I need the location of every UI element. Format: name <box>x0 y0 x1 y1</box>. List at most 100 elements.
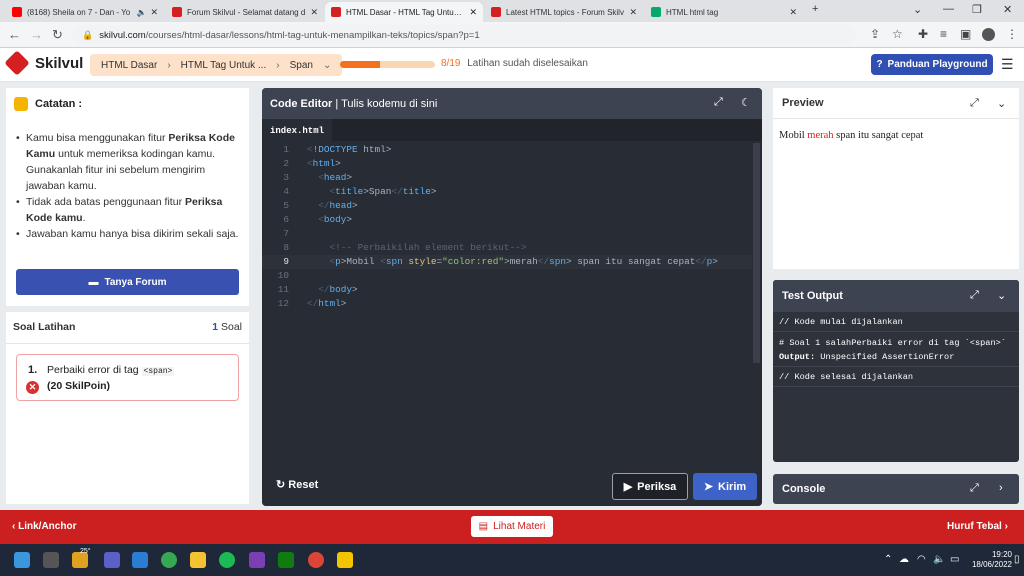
console-panel[interactable]: Console ⤢ › <box>773 474 1019 504</box>
expand-icon[interactable]: ⤢ <box>970 97 979 110</box>
bookmark-star-icon[interactable]: ☆ <box>892 27 903 41</box>
system-clock[interactable]: 19:20 18/06/2022 <box>968 550 1012 570</box>
lesson-nav-bar: ‹ Link/Anchor ▤ Lihat Materi Huruf Tebal … <box>0 510 1024 544</box>
submit-button[interactable]: ➤ Kirim <box>693 473 757 500</box>
close-icon[interactable]: ✕ <box>150 7 158 18</box>
extensions-icon[interactable]: ✚ <box>918 27 928 41</box>
test-output-panel: Test Output ⤢ ⌄ // Kode mulai dijalankan… <box>773 280 1019 462</box>
notifications-icon[interactable]: ▯ <box>1014 554 1020 565</box>
skilvul-icon <box>331 7 341 17</box>
mail-icon[interactable] <box>132 552 148 568</box>
view-material-button[interactable]: ▤ Lihat Materi <box>471 516 553 537</box>
exercise-title: Soal Latihan <box>13 321 76 333</box>
expand-icon[interactable]: ⤢ <box>714 96 723 109</box>
playground-guide-button[interactable]: ? Panduan Playground <box>871 54 993 75</box>
battery-icon[interactable]: ▭ <box>950 554 959 565</box>
breadcrumb-item-current[interactable]: Span <box>290 60 313 71</box>
ask-forum-button[interactable]: ▬ Tanya Forum <box>16 269 239 295</box>
line-number: 11 <box>277 284 289 295</box>
windows-start-icon[interactable] <box>14 552 30 568</box>
close-icon[interactable]: ✕ <box>310 7 318 18</box>
browser-tab[interactable]: (8168) Sheila on 7 - Dan - Yo 🔈 ✕ <box>6 2 164 22</box>
breadcrumb-item[interactable]: HTML Tag Untuk ... <box>181 60 267 71</box>
spotify-icon[interactable] <box>219 552 235 568</box>
xbox-icon[interactable] <box>278 552 294 568</box>
code-line[interactable]: 1 <!DOCTYPE html> <box>262 143 752 157</box>
browser-tab[interactable]: Forum Skilvul - Selamat datang d ✕ <box>166 2 324 22</box>
code-line[interactable]: 4 <title>Span</title> <box>262 185 752 199</box>
playground-guide-label: Panduan Playground <box>887 59 988 70</box>
file-tab-index-html[interactable]: index.html <box>262 119 333 141</box>
expand-icon[interactable]: ⤢ <box>970 289 979 302</box>
dark-mode-icon[interactable]: ☾ <box>741 96 751 109</box>
editor-scrollbar[interactable] <box>753 143 760 363</box>
profile-avatar[interactable] <box>982 28 995 41</box>
code-line[interactable]: 12 </html> <box>262 297 752 311</box>
media-icon[interactable]: ≡ <box>940 27 947 41</box>
expand-icon[interactable]: ⤢ <box>970 482 979 495</box>
code-line[interactable]: 7 <box>262 227 752 241</box>
app-icon[interactable] <box>249 552 265 568</box>
code-line[interactable]: 3 <head> <box>262 171 752 185</box>
skilvul-logo-mark <box>4 50 30 76</box>
question-item[interactable]: 1. Perbaiki error di tag <span> ✕ (20 Sk… <box>16 354 239 401</box>
teams-icon[interactable] <box>104 552 120 568</box>
file-explorer-icon[interactable] <box>190 552 206 568</box>
chevron-down-icon[interactable]: ⌄ <box>323 60 331 71</box>
close-icon[interactable]: ✕ <box>629 7 637 18</box>
chevron-right-icon[interactable]: › <box>999 482 1003 494</box>
wifi-icon[interactable]: ◠ <box>917 554 926 565</box>
chevron-down-icon[interactable]: ⌄ <box>997 97 1006 110</box>
code-area[interactable]: 1 <!DOCTYPE html> 2 <html> 3 <head> 4 <title>… <box>262 143 752 311</box>
chevron-down-icon[interactable]: ⌄ <box>997 289 1006 302</box>
minimize-icon[interactable]: — <box>943 3 954 15</box>
document-icon: ▤ <box>478 521 489 532</box>
skilvul-logo[interactable]: Skilvul <box>4 50 83 76</box>
notes-card: Catatan : Kamu bisa menggunakan fitur Pe… <box>6 88 249 306</box>
back-icon[interactable]: ← <box>8 27 21 42</box>
new-tab-icon[interactable]: + <box>812 3 818 15</box>
browser-tab[interactable]: Latest HTML topics - Forum Skilv ✕ <box>485 2 643 22</box>
chevron-right-icon: › <box>1004 521 1008 532</box>
window-close-icon[interactable]: ✕ <box>1003 3 1012 16</box>
question-text: Perbaiki error di tag <span> <box>47 364 175 376</box>
browser-tab[interactable]: HTML html tag ✕ <box>645 2 803 22</box>
code-line[interactable]: 6 <body> <box>262 213 752 227</box>
code-text: <html> <box>307 158 341 169</box>
test-output-title: Test Output <box>773 280 1019 312</box>
hamburger-menu-icon[interactable]: ☰ <box>1001 56 1014 73</box>
tray-chevron-icon[interactable]: ⌃ <box>884 554 892 565</box>
browser-tab-active[interactable]: HTML Dasar - HTML Tag Untuk M ✕ <box>325 2 483 22</box>
chrome-icon[interactable] <box>161 552 177 568</box>
code-line[interactable]: 10 <box>262 269 752 283</box>
restore-icon[interactable]: ❐ <box>972 3 982 16</box>
tab-search-icon[interactable]: ⌄ <box>913 3 922 16</box>
next-lesson-link[interactable]: Huruf Tebal › <box>947 521 1008 532</box>
code-line[interactable]: 9 <p>Mobil <spn style="color:red">merah<… <box>262 255 752 269</box>
reload-icon[interactable]: ↻ <box>52 27 63 43</box>
share-icon[interactable]: ⇪ <box>870 27 880 41</box>
close-icon[interactable]: ✕ <box>469 7 477 18</box>
volume-icon[interactable]: 🔈 <box>933 554 945 565</box>
check-code-button[interactable]: ▶ Periksa <box>612 473 688 500</box>
chrome-active-icon[interactable] <box>308 552 324 568</box>
tab-title: Forum Skilvul - Selamat datang d <box>187 7 306 17</box>
reset-button[interactable]: ↻ Reset <box>276 478 318 491</box>
address-bar-row: ← → ↻ 🔒 skilvul.com/courses/html-dasar/l… <box>0 22 1024 48</box>
code-line[interactable]: 5 </head> <box>262 199 752 213</box>
cloud-icon[interactable]: ☁ <box>899 554 909 565</box>
speaker-icon[interactable]: 🔈 <box>136 8 146 17</box>
warning-app-icon[interactable] <box>337 552 353 568</box>
sidepanel-icon[interactable]: ▣ <box>960 27 971 41</box>
prev-lesson-link[interactable]: ‹ Link/Anchor <box>12 521 76 532</box>
code-line[interactable]: 2 <html> <box>262 157 752 171</box>
preview-title: Preview <box>782 97 824 109</box>
forward-icon[interactable]: → <box>30 27 43 42</box>
code-line[interactable]: 11 </body> <box>262 283 752 297</box>
more-menu-icon[interactable]: ⋮ <box>1006 27 1018 41</box>
task-view-icon[interactable] <box>43 552 59 568</box>
code-line[interactable]: 8 <!-- Perbaikilah element berikut--> <box>262 241 752 255</box>
breadcrumb-item[interactable]: HTML Dasar <box>101 60 157 71</box>
close-icon[interactable]: ✕ <box>789 7 797 18</box>
url-input[interactable]: 🔒 skilvul.com/courses/html-dasar/lessons… <box>72 25 856 45</box>
